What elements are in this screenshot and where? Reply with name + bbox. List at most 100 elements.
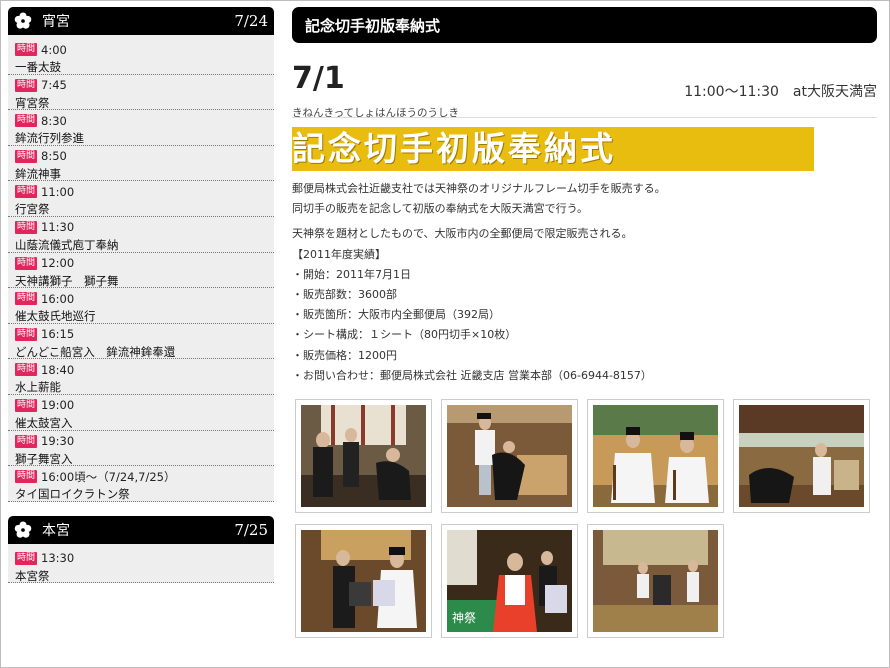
photo-priest-bow-icon [447,405,572,508]
photo-woman-red-icon: 神祭 [447,530,572,633]
schedule-time: 8:30 [41,113,67,128]
record-line: ・シート構成：１シート（80円切手×10枚） [292,328,517,342]
schedule-time: 16:00 [41,291,75,306]
schedule-event: 催太鼓宮入 [15,415,73,430]
photo-priests-seated-icon [593,405,718,508]
schedule-item: 時間 19:30 獅子舞宮入 [8,431,274,467]
schedule-time: 13:30 [41,551,75,566]
schedule-time: 8:50 [41,149,67,164]
time-badge: 時間 [15,185,38,199]
schedule-event: タイ国ロイクラトン祭 [15,487,130,502]
gallery-photo[interactable] [587,524,724,639]
photo-presentation-icon [301,530,426,633]
schedule-time: 7:45 [41,78,67,93]
schedule-item: 時間 12:00 天神講獅子 獅子舞 [8,253,274,289]
svg-text:神祭: 神祭 [452,611,476,625]
schedule-time: 12:00 [41,256,75,271]
time-badge: 時間 [15,220,38,234]
time-badge: 時間 [15,78,38,92]
section-date: 7/24 [234,12,268,30]
gallery-photo[interactable] [295,524,432,639]
schedule-time: 19:00 [41,398,75,413]
gallery-photo[interactable] [587,399,724,514]
gallery-photo[interactable] [295,399,432,514]
time-badge: 時間 [15,434,38,448]
schedule-event: 一番太鼓 [15,60,61,74]
gallery-photo[interactable] [441,399,578,514]
record-line: ・お問い合わせ：郵便局株式会社 近畿支店 営業本部（06-6944-8157） [292,368,652,382]
time-badge: 時間 [15,149,38,163]
schedule-time: 16:00頃～（7/24,7/25） [41,469,176,484]
schedule-item: 時間 16:00 催太鼓氏地巡行 [8,288,274,324]
schedule-event: 山蔭流儀式庖丁奉納 [15,237,119,252]
section-name: 宵宮 [42,14,70,30]
schedule-event: 行宮祭 [15,202,50,217]
ume-flower-icon [14,12,32,29]
time-badge: 時間 [15,470,38,484]
schedule-event: 水上薪能 [15,380,61,395]
schedule-event: 獅子舞宮入 [15,451,73,466]
schedule-item: 時間 11:00 行宮祭 [8,181,274,217]
schedule-item: 時間 4:00 一番太鼓 [8,39,274,75]
date-row: 7/1 きねんきってしょはんほうのうしき 11:00～11:30 at大阪天満宮 [292,59,877,119]
time-badge: 時間 [15,114,38,128]
time-badge: 時間 [15,551,38,565]
schedule-item: 時間 18:40 水上薪能 [8,359,274,395]
event-reading: きねんきってしょはんほうのうしき [292,107,460,119]
schedule-time: 18:40 [41,362,75,377]
record-line: ・開始：2011年7月1日 [292,267,411,281]
schedule-item: 時間 8:30 鉾流行列参進 [8,110,274,146]
record-line: ・販売価格：1200円 [292,348,397,362]
schedule-list: 時間 13:30 本宮祭 [8,543,274,584]
schedule-item: 時間 8:50 鉾流神事 [8,146,274,182]
schedule-time: 16:15 [41,327,75,342]
schedule-item: 時間 19:00 催太鼓宮入 [8,395,274,431]
schedule-event: 催太鼓氏地巡行 [15,309,96,324]
schedule-event: 宵宮祭 [15,95,50,110]
record-line: ・販売部数：3600部 [292,288,397,302]
section-name: 本宮 [42,522,70,539]
paragraph: 郵便局株式会社近畿支社では天神祭のオリジナルフレーム切手を販売する。 [292,182,666,195]
page-title: 記念切手初版奉納式 [292,7,877,43]
calligraphy-banner: 記念切手初版奉納式 [292,127,814,171]
event-detail: 記念切手初版奉納式 7/1 きねんきってしょはんほうのうしき 11:00～11:… [292,7,877,639]
event-date: 7/1 [292,61,345,96]
schedule-time: 11:00 [41,184,75,199]
schedule-item: 時間 16:00頃～（7/24,7/25） タイ国ロイクラトン祭 [8,466,274,502]
photo-ceremony-bow-icon [301,405,426,508]
schedule-item: 時間 13:30 本宮祭 [8,548,274,584]
photo-gallery: 神祭 [295,399,877,639]
schedule-time: 4:00 [41,42,67,57]
time-badge: 時間 [15,256,38,270]
time-badge: 時間 [15,363,38,377]
gallery-photo[interactable]: 神祭 [441,524,578,639]
schedule-time: 11:30 [41,220,75,235]
paragraph: 天神祭を題材としたもので、大阪市内の全郵便局で限定販売される。 [292,227,633,241]
schedule-time: 19:30 [41,434,75,449]
photo-shrine-hall-icon [593,530,718,633]
schedule-event: 天神講獅子 獅子舞 [15,273,119,288]
event-description: 郵便局株式会社近畿支社では天神祭のオリジナルフレーム切手を販売する。 同切手の販… [292,179,877,386]
photo-offering-icon [739,405,864,508]
schedule-item: 時間 11:30 山蔭流儀式庖丁奉納 [8,217,274,253]
ume-flower-icon [14,521,32,538]
schedule-list: 時間 4:00 一番太鼓 時間 7:45 宵宮祭 時間 8:30 鉾流行列参進 時間 8:50 鉾流神… [8,35,274,502]
gallery-photo[interactable] [733,399,870,514]
time-badge: 時間 [15,292,38,306]
schedule-event: 鉾流神事 [15,166,61,181]
time-badge: 時間 [15,327,38,341]
record-heading: 【2011年度実績】 [292,247,386,261]
schedule-item: 時間 7:45 宵宮祭 [8,75,274,111]
schedule-item: 時間 16:15 どんどこ船宮入 鉾流神鉾奉還 [8,324,274,360]
schedule-event: どんどこ船宮入 鉾流神鉾奉還 [15,344,176,359]
time-badge: 時間 [15,398,38,412]
section-header-yoimiya: 宵宮 7/24 [8,7,274,35]
section-header-honmiya: 本宮 7/25 [8,515,274,544]
schedule-event: 鉾流行列参進 [15,131,84,146]
schedule-sidebar: 宵宮 7/24 時間 4:00 一番太鼓 時間 7:45 宵宮祭 時間 8:30 鉾流行列参進時… [8,7,274,584]
record-line: ・販売箇所：大阪市内全郵便局（392局） [292,308,500,322]
section-date: 7/25 [234,520,268,539]
paragraph: 同切手の販売を記念して初版の奉納式を大阪天満宮で行う。 [292,202,589,216]
schedule-event: 本宮祭 [15,568,50,583]
time-badge: 時間 [15,43,38,56]
